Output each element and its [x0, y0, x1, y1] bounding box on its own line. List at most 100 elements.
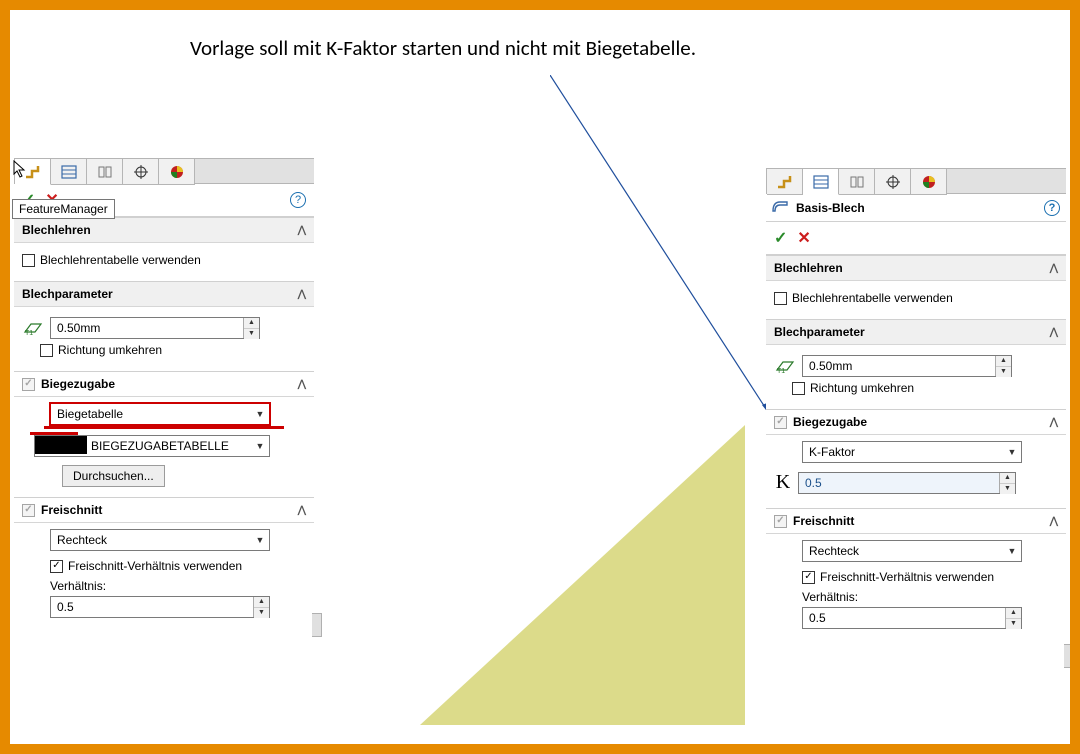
section-freischnitt-header[interactable]: Freischnitt ⋀ — [766, 508, 1066, 534]
tab-configuration[interactable] — [87, 159, 123, 185]
panel-title-text: Basis-Blech — [796, 201, 865, 215]
section-biegezugabe-header[interactable]: Biegezugabe ⋀ — [766, 409, 1066, 435]
thickness-input[interactable]: ▲▼ — [802, 355, 1012, 377]
section-blechparameter-header[interactable]: Blechparameter ⋀ — [14, 281, 314, 307]
k-factor-spinner[interactable]: ▲▼ — [999, 473, 1015, 493]
relief-shape-combo[interactable]: Rechteck ▼ — [802, 540, 1022, 562]
relief-ratio-input[interactable]: ▲▼ — [50, 596, 270, 618]
thickness-spinner[interactable]: ▲▼ — [243, 318, 259, 338]
thickness-spinner[interactable]: ▲▼ — [995, 356, 1011, 376]
use-relief-ratio-checkbox[interactable] — [50, 560, 63, 573]
tab-feature-tree[interactable] — [767, 169, 803, 195]
k-factor-field[interactable] — [799, 473, 999, 493]
section-freischnitt-header[interactable]: Freischnitt ⋀ — [14, 497, 314, 523]
relief-ratio-spinner[interactable]: ▲▼ — [1005, 608, 1021, 628]
reverse-direction-checkbox[interactable] — [40, 344, 53, 357]
browse-button[interactable]: Durchsuchen... — [62, 465, 165, 487]
relief-shape-value: Rechteck — [803, 542, 1003, 560]
section-biegezugabe-title: Biegezugabe — [793, 415, 867, 429]
property-panel-right: Basis-Blech ? ✓ ✕ Blechlehren ⋀ Blechleh… — [766, 168, 1066, 639]
tab-appearance[interactable] — [911, 169, 947, 195]
side-tab[interactable] — [1064, 644, 1074, 668]
ratio-label: Verhältnis: — [802, 590, 1058, 604]
section-blechlehren-title: Blechlehren — [22, 223, 91, 237]
svg-text:T1: T1 — [25, 330, 33, 336]
collapse-icon: ⋀ — [298, 505, 306, 516]
headline-text: Vorlage soll mit K-Faktor starten und ni… — [190, 35, 696, 61]
reverse-direction-label: Richtung umkehren — [810, 381, 914, 395]
relief-ratio-spinner[interactable]: ▲▼ — [253, 597, 269, 617]
accept-button[interactable]: ✓ — [774, 228, 787, 248]
annotation-arrow — [550, 75, 780, 425]
chevron-down-icon: ▼ — [1003, 541, 1021, 561]
section-biegezugabe-header[interactable]: Biegezugabe ⋀ — [14, 371, 314, 397]
section-blechparameter-title: Blechparameter — [22, 287, 113, 301]
chevron-down-icon: ▼ — [251, 404, 269, 424]
collapse-icon: ⋀ — [1050, 263, 1058, 274]
redacted-patch — [35, 436, 87, 454]
relief-ratio-field[interactable] — [803, 608, 1005, 628]
thickness-input[interactable]: ▲▼ — [50, 317, 260, 339]
property-panel-left: ✓ ✕ ? Blechlehren ⋀ Blechlehrentabelle v… — [14, 158, 314, 628]
bend-table-combo[interactable]: BIEGEZUGABETABELLE ▼ — [34, 435, 270, 457]
section-blechparameter-header[interactable]: Blechparameter ⋀ — [766, 319, 1066, 345]
reverse-direction-checkbox[interactable] — [792, 382, 805, 395]
panel-tabs-right — [766, 168, 1066, 194]
collapse-icon: ⋀ — [298, 225, 306, 236]
collapse-icon: ⋀ — [298, 379, 306, 390]
thickness-field[interactable] — [51, 318, 243, 338]
section-freischnitt-title: Freischnitt — [41, 503, 102, 517]
thickness-field[interactable] — [803, 356, 995, 376]
thickness-icon: T1 — [22, 319, 44, 337]
biegezugabe-enable-checkbox[interactable] — [774, 416, 787, 429]
use-gauge-table-label: Blechlehrentabelle verwenden — [40, 253, 201, 267]
thickness-icon: T1 — [774, 357, 796, 375]
svg-text:T1: T1 — [777, 368, 785, 374]
biegezugabe-enable-checkbox[interactable] — [22, 378, 35, 391]
k-factor-icon: K — [774, 471, 792, 494]
tab-configuration[interactable] — [839, 169, 875, 195]
bend-method-value: Biegetabelle — [51, 405, 251, 423]
help-button[interactable]: ? — [290, 192, 306, 208]
section-blechlehren-header[interactable]: Blechlehren ⋀ — [14, 217, 314, 243]
relief-shape-value: Rechteck — [51, 531, 251, 549]
relief-ratio-field[interactable] — [51, 597, 253, 617]
side-tab[interactable] — [312, 613, 322, 637]
freischnitt-enable-checkbox[interactable] — [22, 504, 35, 517]
use-relief-ratio-checkbox[interactable] — [802, 571, 815, 584]
section-blechlehren-header[interactable]: Blechlehren ⋀ — [766, 255, 1066, 281]
cursor-icon — [12, 160, 28, 178]
tab-property-manager[interactable] — [803, 169, 839, 195]
tab-dim-expert[interactable] — [875, 169, 911, 195]
use-relief-ratio-label: Freischnitt-Verhältnis verwenden — [68, 559, 242, 573]
section-blechlehren-title: Blechlehren — [774, 261, 843, 275]
bend-method-combo[interactable]: K-Faktor ▼ — [802, 441, 1022, 463]
chevron-down-icon: ▼ — [1003, 442, 1021, 462]
collapse-icon: ⋀ — [1050, 516, 1058, 527]
tab-dim-expert[interactable] — [123, 159, 159, 185]
section-blechparameter-title: Blechparameter — [774, 325, 865, 339]
tab-property-manager[interactable] — [51, 159, 87, 185]
use-gauge-table-checkbox[interactable] — [774, 292, 787, 305]
use-relief-ratio-label: Freischnitt-Verhältnis verwenden — [820, 570, 994, 584]
section-biegezugabe-title: Biegezugabe — [41, 377, 115, 391]
freischnitt-enable-checkbox[interactable] — [774, 515, 787, 528]
bend-method-combo[interactable]: Biegetabelle ▼ — [50, 403, 270, 425]
model-preview-triangle — [420, 425, 745, 725]
base-flange-icon — [772, 198, 790, 217]
tab-appearance[interactable] — [159, 159, 195, 185]
relief-shape-combo[interactable]: Rechteck ▼ — [50, 529, 270, 551]
panel-tabs-left — [14, 158, 314, 184]
relief-ratio-input[interactable]: ▲▼ — [802, 607, 1022, 629]
use-gauge-table-checkbox[interactable] — [22, 254, 35, 267]
use-gauge-table-label: Blechlehrentabelle verwenden — [792, 291, 953, 305]
cancel-button[interactable]: ✕ — [797, 228, 810, 248]
help-button[interactable]: ? — [1044, 200, 1060, 216]
section-freischnitt-title: Freischnitt — [793, 514, 854, 528]
bend-method-value: K-Faktor — [803, 443, 1003, 461]
collapse-icon: ⋀ — [1050, 327, 1058, 338]
reverse-direction-label: Richtung umkehren — [58, 343, 162, 357]
chevron-down-icon: ▼ — [251, 436, 269, 456]
k-factor-input[interactable]: ▲▼ — [798, 472, 1016, 494]
feature-manager-tooltip: FeatureManager — [12, 199, 115, 219]
